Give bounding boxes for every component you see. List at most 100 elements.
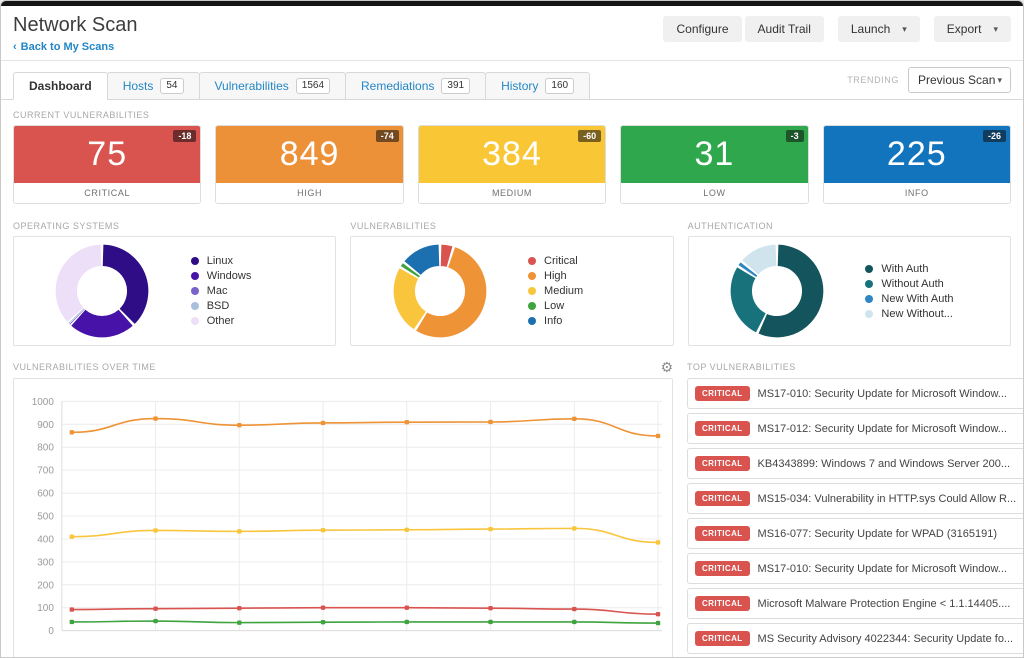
gear-icon[interactable]: ⚙ xyxy=(660,360,673,374)
severity-badge: CRITICAL xyxy=(695,596,750,611)
donut-slice-linux[interactable] xyxy=(103,244,149,324)
launch-button[interactable]: Launch ▾ xyxy=(837,16,920,42)
vulnerability-title: MS15-034: Vulnerability in HTTP.sys Coul… xyxy=(757,492,1017,505)
data-point-medium[interactable] xyxy=(404,527,409,532)
vulnerability-row[interactable]: CRITICAL MS17-012: Security Update for Mi… xyxy=(687,413,1023,444)
data-point-medium[interactable] xyxy=(69,534,75,539)
donut-chart xyxy=(393,244,487,338)
tab-hosts[interactable]: Hosts 54 xyxy=(106,72,200,100)
configure-button[interactable]: Configure xyxy=(663,16,742,42)
data-point-medium[interactable] xyxy=(655,540,661,545)
severity-count: 849 xyxy=(279,135,340,173)
data-point-high[interactable] xyxy=(153,416,158,421)
donut-panel-title: AUTHENTICATION xyxy=(687,221,773,231)
data-point-low[interactable] xyxy=(404,619,409,625)
tab-vulnerabilities[interactable]: Vulnerabilities 1564 xyxy=(198,72,347,100)
vulnerability-row[interactable]: CRITICAL MS17-010: Security Update for Mi… xyxy=(687,553,1023,584)
donut-panel-title: OPERATING SYSTEMS xyxy=(13,221,120,231)
vulnerability-row[interactable]: CRITICAL MS16-077: Security Update for WP… xyxy=(687,518,1023,549)
data-point-critical[interactable] xyxy=(237,605,242,611)
tab-bar: Dashboard Hosts 54 Vulnerabilities 1564 Remed… xyxy=(1,61,1023,100)
data-point-critical[interactable] xyxy=(320,605,326,610)
data-point-high[interactable] xyxy=(69,430,75,435)
data-point-low[interactable] xyxy=(320,619,326,625)
tab-count-badge: 391 xyxy=(441,77,471,94)
data-point-high[interactable] xyxy=(488,419,493,425)
top-vulnerabilities-column: TOP VULNERABILITIES CRITICAL MS17-010: Se… xyxy=(687,360,1023,657)
legend-dot-icon xyxy=(528,257,537,265)
data-point-critical[interactable] xyxy=(655,611,661,617)
vulnerability-row[interactable]: CRITICAL MS17-010: Security Update for Mi… xyxy=(687,378,1023,409)
data-point-critical[interactable] xyxy=(572,606,577,612)
tab-dashboard[interactable]: Dashboard xyxy=(13,72,108,100)
data-point-medium[interactable] xyxy=(237,529,242,534)
trending-selected-value: Previous Scan xyxy=(918,73,996,87)
data-point-high[interactable] xyxy=(404,420,409,425)
severity-count: 31 xyxy=(694,135,735,173)
data-point-low[interactable] xyxy=(655,620,661,626)
vulnerability-row[interactable]: CRITICAL MS Security Advisory 4022344: Se… xyxy=(687,623,1023,654)
data-point-high[interactable] xyxy=(572,416,577,421)
data-point-low[interactable] xyxy=(488,619,493,625)
vulnerability-row[interactable]: CRITICAL MS15-034: Vulnerability in HTTP.… xyxy=(687,483,1023,514)
legend-label: Low xyxy=(544,300,565,312)
severity-card-top: -74 849 xyxy=(216,126,403,183)
data-point-critical[interactable] xyxy=(488,605,493,611)
severity-card-medium[interactable]: -60 384 MEDIUM xyxy=(417,125,607,204)
data-point-low[interactable] xyxy=(69,619,75,625)
legend-dot-icon xyxy=(190,287,199,295)
legend-item: Critical xyxy=(528,255,667,267)
data-point-low[interactable] xyxy=(237,620,242,625)
severity-badge: CRITICAL xyxy=(695,421,750,436)
tab-label: Hosts xyxy=(122,78,154,93)
severity-badge: CRITICAL xyxy=(695,386,750,401)
severity-card-low[interactable]: -3 31 LOW xyxy=(620,125,809,204)
legend-dot-icon xyxy=(190,257,199,265)
trending-select[interactable]: Previous Scan ▾ xyxy=(908,67,1011,93)
y-axis-tick-label: 700 xyxy=(37,466,54,477)
tab-count-badge: 160 xyxy=(545,77,575,94)
severity-card-info[interactable]: -26 225 INFO xyxy=(822,125,1011,204)
donut-slice-medium[interactable] xyxy=(393,268,426,330)
donut-slice-other[interactable] xyxy=(55,244,102,322)
severity-card-critical[interactable]: -18 75 CRITICAL xyxy=(13,125,202,204)
severity-card-high[interactable]: -74 849 HIGH xyxy=(215,125,404,204)
tab-history[interactable]: History 160 xyxy=(485,72,591,100)
donut-panel-title: VULNERABILITIES xyxy=(350,221,437,231)
legend-dot-icon xyxy=(190,317,199,325)
donut-slice-without-auth[interactable] xyxy=(730,267,766,333)
data-point-medium[interactable] xyxy=(153,528,158,533)
data-point-low[interactable] xyxy=(572,619,577,625)
export-button[interactable]: Export ▾ xyxy=(933,16,1011,42)
chevron-left-icon: ‹ xyxy=(13,41,17,53)
legend-item: New With Auth xyxy=(865,293,1004,305)
data-point-high[interactable] xyxy=(320,420,326,426)
data-point-high[interactable] xyxy=(655,433,661,439)
data-point-critical[interactable] xyxy=(69,607,75,612)
vulnerability-title: MS17-012: Security Update for Microsoft … xyxy=(757,422,1007,435)
trending-label: TRENDING xyxy=(847,75,899,85)
chevron-down-icon: ▾ xyxy=(902,23,907,34)
legend-label: Mac xyxy=(206,285,228,297)
legend-dot-icon xyxy=(528,302,537,310)
vulnerabilities-over-time-column: VULNERABILITIES OVER TIME ⚙ 0 100 200 300 40… xyxy=(13,360,673,657)
legend-label: Critical xyxy=(544,255,578,267)
data-point-critical[interactable] xyxy=(153,606,158,611)
vulnerability-row[interactable]: CRITICAL KB4343899: Windows 7 and Windows… xyxy=(687,448,1023,479)
legend-dot-icon xyxy=(865,309,874,318)
data-point-critical[interactable] xyxy=(404,605,409,610)
data-point-high[interactable] xyxy=(237,423,242,428)
vot-title: VULNERABILITIES OVER TIME xyxy=(13,362,156,372)
legend-item: Info xyxy=(528,315,667,327)
back-link[interactable]: ‹ Back to My Scans xyxy=(13,40,114,54)
data-point-medium[interactable] xyxy=(488,526,493,532)
data-point-medium[interactable] xyxy=(320,528,326,533)
vulnerability-row[interactable]: CRITICAL Microsoft Malware Protection Eng… xyxy=(687,588,1023,619)
data-point-medium[interactable] xyxy=(572,526,577,531)
legend-label: New Without... xyxy=(881,307,953,320)
bottom-row: VULNERABILITIES OVER TIME ⚙ 0 100 200 300 40… xyxy=(13,360,1023,657)
tab-remediations[interactable]: Remediations 391 xyxy=(345,72,487,100)
donut-slice-windows[interactable] xyxy=(71,309,134,338)
audit-trail-button[interactable]: Audit Trail xyxy=(744,16,824,42)
data-point-low[interactable] xyxy=(153,618,158,624)
